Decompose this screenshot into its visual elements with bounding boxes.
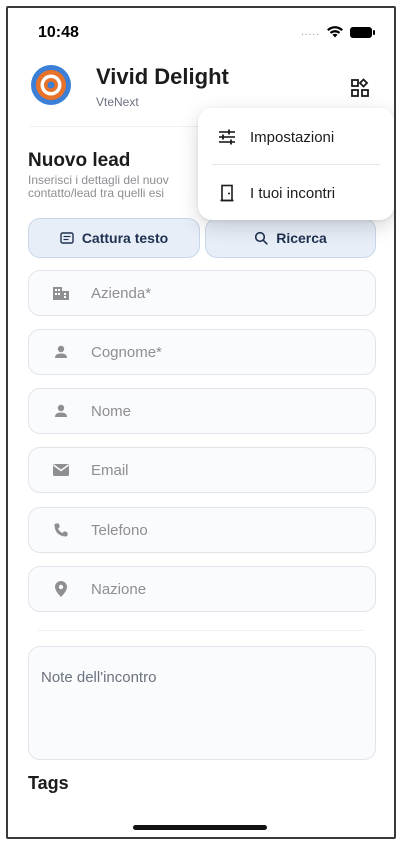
menu-item-meetings[interactable]: I tuoi incontri: [198, 168, 394, 218]
app-subtitle: VteNext: [96, 95, 139, 109]
home-indicator[interactable]: [133, 825, 267, 830]
battery-icon: [350, 26, 375, 38]
meeting-notes-placeholder: Note dell'incontro: [41, 669, 157, 686]
person-icon: [49, 340, 73, 364]
search-label: Ricerca: [276, 230, 327, 246]
capture-text-button[interactable]: Cattura testo: [28, 218, 200, 258]
door-icon: [216, 182, 238, 204]
action-buttons: Cattura testo Ricerca: [28, 218, 376, 258]
surname-placeholder: Cognome*: [91, 343, 162, 361]
phone-icon: [49, 518, 73, 542]
country-field[interactable]: Nazione: [28, 566, 376, 612]
meeting-notes-textarea[interactable]: Note dell'incontro: [28, 646, 376, 760]
email-placeholder: Email: [91, 461, 129, 479]
search-button[interactable]: Ricerca: [205, 218, 376, 258]
menu-item-meetings-label: I tuoi incontri: [250, 184, 336, 202]
status-icons: .....: [301, 26, 375, 38]
menu-divider: [212, 164, 380, 165]
menu-item-settings-label: Impostazioni: [250, 128, 335, 146]
dropdown-menu: Impostazioni I tuoi incontri: [198, 108, 394, 220]
country-placeholder: Nazione: [91, 580, 147, 598]
name-placeholder: Nome: [91, 402, 132, 420]
person-icon: [49, 399, 73, 423]
phone-field[interactable]: Telefono: [28, 507, 376, 553]
grid-icon: [351, 78, 369, 97]
apps-menu-button[interactable]: [348, 76, 372, 100]
form-divider: [38, 630, 364, 631]
wifi-icon: [327, 26, 343, 38]
status-time: 10:48: [38, 24, 79, 41]
phone-placeholder: Telefono: [91, 521, 148, 539]
app-title: Vivid Delight: [96, 64, 229, 89]
surname-field[interactable]: Cognome*: [28, 329, 376, 375]
capture-text-label: Cattura testo: [81, 230, 169, 246]
company-placeholder: Azienda*: [91, 284, 152, 302]
company-field[interactable]: Azienda*: [28, 270, 376, 316]
menu-item-settings[interactable]: Impostazioni: [198, 112, 394, 162]
app-logo-icon: [31, 65, 71, 105]
sliders-icon: [216, 126, 238, 148]
location-pin-icon: [49, 577, 73, 601]
email-field[interactable]: Email: [28, 447, 376, 493]
signal-icon: .....: [301, 26, 320, 38]
tags-heading: Tags: [28, 773, 69, 793]
scan-text-icon: [60, 232, 74, 244]
app-frame: 10:48 ..... Vivid Delight VteNext Nuovo …: [6, 6, 396, 839]
building-icon: [49, 281, 73, 305]
name-field[interactable]: Nome: [28, 388, 376, 434]
search-icon: [255, 231, 268, 245]
mail-icon: [49, 458, 73, 482]
section-title: Nuovo lead: [28, 150, 131, 171]
status-bar: 10:48 .....: [8, 8, 394, 58]
